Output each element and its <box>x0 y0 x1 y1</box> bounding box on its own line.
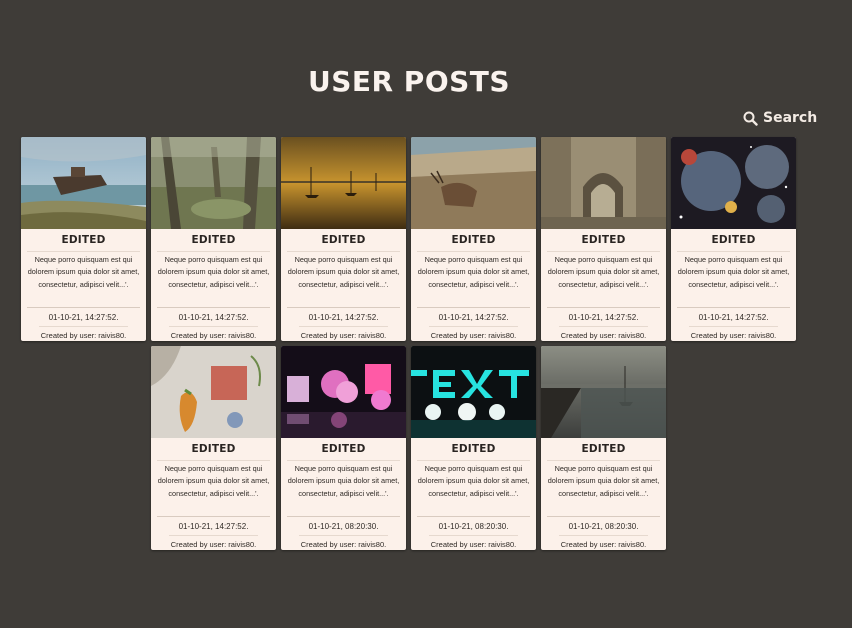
post-author: Created by user: raivis80. <box>430 540 517 549</box>
divider <box>169 326 258 327</box>
post-card[interactable]: EDITED Neque porro quisquam est qui dolo… <box>411 346 536 550</box>
divider <box>417 516 530 517</box>
divider <box>429 535 518 536</box>
divider <box>559 535 648 536</box>
post-image[interactable] <box>21 137 146 229</box>
post-card[interactable]: EDITED Neque porro quisquam est qui dolo… <box>21 137 146 341</box>
post-author: Created by user: raivis80. <box>40 331 127 340</box>
post-excerpt: Neque porro quisquam est qui dolorem ips… <box>677 255 790 289</box>
divider <box>169 535 258 536</box>
post-title[interactable]: EDITED <box>541 443 666 456</box>
post-date: 01-10-21, 14:27:52. <box>698 313 769 322</box>
divider <box>547 307 660 308</box>
divider <box>39 326 128 327</box>
search-button[interactable]: Search <box>743 110 817 126</box>
post-title[interactable]: EDITED <box>411 443 536 456</box>
post-date: 01-10-21, 14:27:52. <box>178 522 249 531</box>
divider <box>429 326 518 327</box>
post-title[interactable]: EDITED <box>151 443 276 456</box>
post-card[interactable]: EDITED Neque porro quisquam est qui dolo… <box>671 137 796 341</box>
divider <box>27 307 140 308</box>
post-author: Created by user: raivis80. <box>560 331 647 340</box>
post-image[interactable] <box>541 346 666 438</box>
post-date: 01-10-21, 08:20:30. <box>568 522 639 531</box>
divider <box>299 326 388 327</box>
post-author: Created by user: raivis80. <box>300 331 387 340</box>
post-excerpt: Neque porro quisquam est qui dolorem ips… <box>417 464 530 498</box>
divider <box>157 307 270 308</box>
post-title[interactable]: EDITED <box>541 234 666 247</box>
post-card[interactable]: EDITED Neque porro quisquam est qui dolo… <box>411 137 536 341</box>
divider <box>547 516 660 517</box>
divider <box>157 516 270 517</box>
post-author: Created by user: raivis80. <box>430 331 517 340</box>
post-image[interactable] <box>281 137 406 229</box>
divider <box>559 326 648 327</box>
post-image[interactable] <box>411 346 536 438</box>
search-icon <box>743 111 758 126</box>
post-author: Created by user: raivis80. <box>170 540 257 549</box>
post-image[interactable] <box>151 137 276 229</box>
post-author: Created by user: raivis80. <box>300 540 387 549</box>
post-image[interactable] <box>411 137 536 229</box>
divider <box>299 535 388 536</box>
post-title[interactable]: EDITED <box>151 234 276 247</box>
post-excerpt: Neque porro quisquam est qui dolorem ips… <box>157 255 270 289</box>
post-excerpt: Neque porro quisquam est qui dolorem ips… <box>417 255 530 289</box>
post-excerpt: Neque porro quisquam est qui dolorem ips… <box>547 464 660 498</box>
post-card[interactable]: EDITED Neque porro quisquam est qui dolo… <box>541 346 666 550</box>
post-date: 01-10-21, 14:27:52. <box>568 313 639 322</box>
post-image[interactable] <box>151 346 276 438</box>
search-label: Search <box>763 110 818 126</box>
post-image[interactable] <box>541 137 666 229</box>
divider <box>677 307 790 308</box>
divider <box>287 307 400 308</box>
divider <box>417 307 530 308</box>
divider <box>287 516 400 517</box>
post-date: 01-10-21, 14:27:52. <box>178 313 249 322</box>
post-date: 01-10-21, 08:20:30. <box>438 522 509 531</box>
post-title[interactable]: EDITED <box>281 443 406 456</box>
post-card[interactable]: EDITED Neque porro quisquam est qui dolo… <box>281 137 406 341</box>
post-date: 01-10-21, 14:27:52. <box>308 313 379 322</box>
post-card[interactable]: EDITED Neque porro quisquam est qui dolo… <box>151 137 276 341</box>
post-title[interactable]: EDITED <box>671 234 796 247</box>
post-card[interactable]: EDITED Neque porro quisquam est qui dolo… <box>151 346 276 550</box>
post-excerpt: Neque porro quisquam est qui dolorem ips… <box>547 255 660 289</box>
post-title[interactable]: EDITED <box>21 234 146 247</box>
post-author: Created by user: raivis80. <box>170 331 257 340</box>
post-date: 01-10-21, 14:27:52. <box>48 313 119 322</box>
post-title[interactable]: EDITED <box>411 234 536 247</box>
post-date: 01-10-21, 08:20:30. <box>308 522 379 531</box>
post-excerpt: Neque porro quisquam est qui dolorem ips… <box>157 464 270 498</box>
post-author: Created by user: raivis80. <box>560 540 647 549</box>
post-author: Created by user: raivis80. <box>690 331 777 340</box>
post-card[interactable]: EDITED Neque porro quisquam est qui dolo… <box>281 346 406 550</box>
post-date: 01-10-21, 14:27:52. <box>438 313 509 322</box>
post-excerpt: Neque porro quisquam est qui dolorem ips… <box>287 464 400 498</box>
post-image[interactable] <box>281 346 406 438</box>
post-title[interactable]: EDITED <box>281 234 406 247</box>
post-image[interactable] <box>671 137 796 229</box>
post-excerpt: Neque porro quisquam est qui dolorem ips… <box>287 255 400 289</box>
post-card[interactable]: EDITED Neque porro quisquam est qui dolo… <box>541 137 666 341</box>
post-excerpt: Neque porro quisquam est qui dolorem ips… <box>27 255 140 289</box>
page-title: USER POSTS <box>307 65 511 98</box>
divider <box>689 326 778 327</box>
